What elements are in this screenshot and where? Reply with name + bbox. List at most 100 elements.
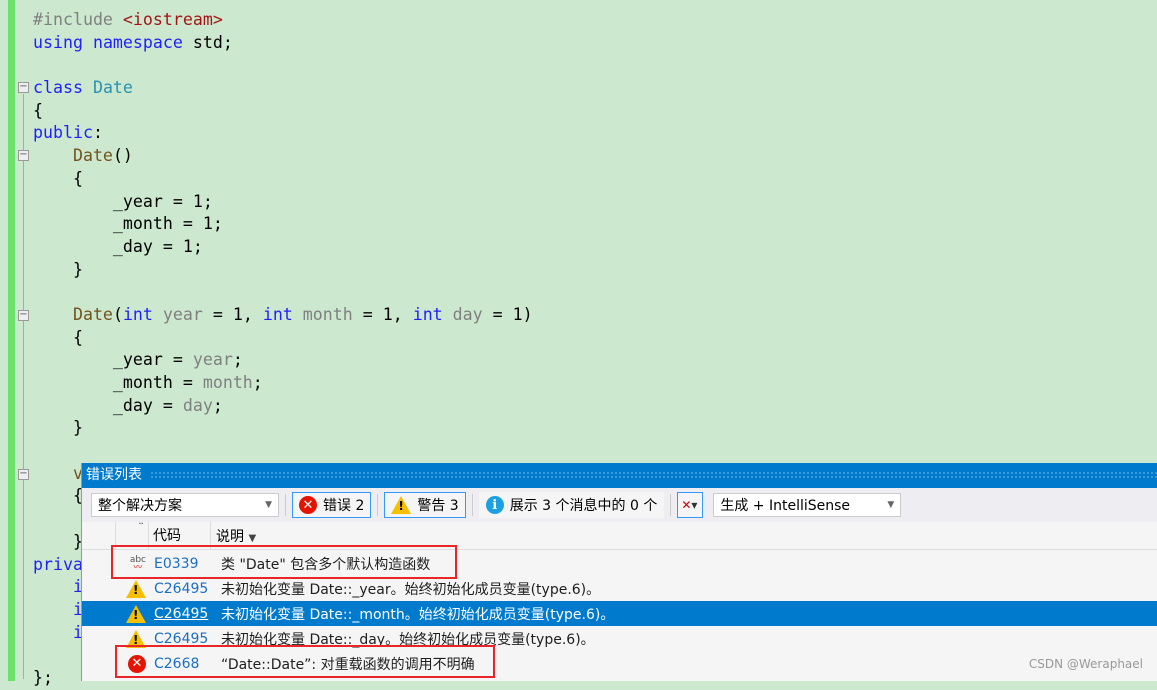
code-line[interactable]: {	[33, 100, 533, 123]
error-description: 未初始化变量 Date::_year。始终初始化成员变量(type.6)。	[221, 581, 601, 598]
code-token: ;	[212, 395, 223, 415]
code-line[interactable]: }	[33, 259, 533, 282]
error-list-toolbar: 整个解决方案 ▼ ✕ 错误 2 警告 3 i 展示 3 个消息中的 0 个 ✕▾ 生成…	[82, 488, 1157, 522]
code-token: namespace	[92, 32, 193, 52]
collapse-method-icon[interactable]: −	[18, 469, 29, 480]
error-icon: ✕	[299, 496, 317, 514]
warnings-label: 警告 3	[417, 498, 459, 514]
error-code[interactable]: C26495	[154, 606, 216, 622]
chevron-down-icon: ▼	[265, 500, 272, 510]
code-line[interactable]: #include <iostream>	[33, 9, 533, 32]
code-token: }	[33, 531, 83, 551]
code-token: i	[33, 622, 83, 642]
code-line[interactable]	[33, 440, 533, 463]
code-token: {	[33, 327, 83, 347]
code-token: using	[33, 32, 93, 52]
code-line[interactable]	[33, 281, 533, 304]
code-token: <iostream>	[122, 10, 223, 29]
scope-value: 整个解决方案	[98, 498, 182, 514]
code-token: }	[33, 259, 83, 279]
code-token: };	[33, 667, 53, 687]
code-token: int	[122, 304, 163, 324]
code-line[interactable]	[33, 54, 533, 77]
highlight-box	[111, 545, 457, 579]
code-token: {	[33, 486, 83, 506]
code-token: {	[33, 100, 43, 120]
panel-title: 错误列表	[86, 467, 142, 483]
warnings-filter-button[interactable]: 警告 3	[384, 492, 466, 518]
code-token: ;	[252, 373, 263, 392]
warning-icon	[126, 579, 146, 598]
error-code[interactable]: C26495	[154, 581, 216, 597]
code-token: = 1,	[202, 304, 263, 324]
code-token: month	[202, 373, 253, 392]
code-token: day	[452, 304, 483, 324]
code-line[interactable]: {	[33, 327, 533, 350]
errors-filter-button[interactable]: ✕ 错误 2	[292, 492, 372, 518]
code-token: = 1)	[482, 304, 533, 324]
code-token: year	[162, 304, 203, 324]
code-token: _day = 1;	[33, 236, 203, 256]
code-line[interactable]: Date()	[33, 145, 533, 168]
panel-title-bar[interactable]: 错误列表	[82, 463, 1157, 488]
collapse-ctor-icon[interactable]: −	[18, 150, 29, 161]
code-token: Date	[33, 304, 113, 324]
warning-icon	[126, 604, 146, 623]
code-token: int	[412, 304, 453, 324]
scope-dropdown[interactable]: 整个解决方案 ▼	[91, 493, 279, 517]
code-line[interactable]: }	[33, 417, 533, 440]
collapse-ctor2-icon[interactable]: −	[18, 310, 29, 321]
messages-filter-button[interactable]: i 展示 3 个消息中的 0 个	[478, 492, 665, 518]
code-line[interactable]: _day = day;	[33, 395, 533, 418]
code-token: std;	[192, 32, 233, 52]
warning-icon	[391, 496, 412, 514]
code-token: = 1,	[352, 304, 413, 324]
change-tracking-bar	[8, 0, 15, 681]
code-line[interactable]: _year = 1;	[33, 191, 533, 214]
column-description-label: 说明	[216, 528, 244, 545]
code-token: year	[192, 350, 233, 370]
outline-line	[23, 94, 24, 679]
code-line[interactable]: _month = month;	[33, 372, 533, 395]
watermark: CSDN @Weraphael	[1028, 657, 1143, 671]
code-token: ;	[232, 350, 243, 370]
clear-filter-icon: ✕▾	[681, 498, 698, 512]
messages-label: 展示 3 个消息中的 0 个	[509, 498, 658, 514]
code-token: _month = 1;	[33, 214, 223, 234]
code-line[interactable]: Date(int year = 1, int month = 1, int da…	[33, 304, 533, 327]
code-line[interactable]: _year = year;	[33, 349, 533, 372]
code-line[interactable]: _day = 1;	[33, 236, 533, 259]
column-description[interactable]: 说明 ▼	[211, 526, 256, 546]
code-line[interactable]: using namespace std;	[33, 32, 533, 55]
code-token: _year = 1;	[33, 191, 213, 211]
source-dropdown[interactable]: 生成 + IntelliSense ▼	[713, 493, 902, 517]
code-token: i	[33, 599, 83, 619]
clear-filter-button[interactable]: ✕▾	[677, 492, 704, 518]
collapse-class-icon[interactable]: −	[18, 82, 29, 93]
code-line[interactable]: class Date	[33, 77, 533, 100]
chevron-down-icon: ▼	[887, 500, 895, 510]
error-list-panel: 错误列表 整个解决方案 ▼ ✕ 错误 2 警告 3 i 展示 3 个消息中的 0 个 …	[81, 463, 1157, 681]
source-value: 生成 + IntelliSense	[720, 498, 851, 514]
code-line[interactable]: {	[33, 168, 533, 191]
code-token: _year =	[33, 350, 193, 370]
code-token: int	[262, 304, 303, 324]
sort-icon: ▼	[248, 532, 257, 544]
code-line[interactable]: _month = 1;	[33, 213, 533, 236]
error-row[interactable]: C26495 未初始化变量 Date::_year。始终初始化成员变量(type.…	[82, 576, 1157, 601]
error-row[interactable]: C26495 未初始化变量 Date::_month。始终初始化成员变量(type…	[82, 601, 1157, 626]
code-token: v	[33, 463, 83, 483]
code-token: class	[33, 78, 93, 98]
code-token: _day =	[33, 395, 183, 415]
errors-label: 错误 2	[323, 498, 365, 514]
code-token: ()	[112, 146, 133, 166]
code-token: {	[33, 168, 83, 188]
code-token: day	[182, 395, 213, 415]
code-token: Date	[33, 146, 113, 166]
info-icon: i	[485, 496, 504, 514]
highlight-box	[115, 645, 495, 678]
code-token: (	[112, 304, 123, 324]
code-token: month	[302, 304, 353, 324]
code-line[interactable]: public:	[33, 122, 533, 145]
code-token: }	[33, 418, 83, 438]
